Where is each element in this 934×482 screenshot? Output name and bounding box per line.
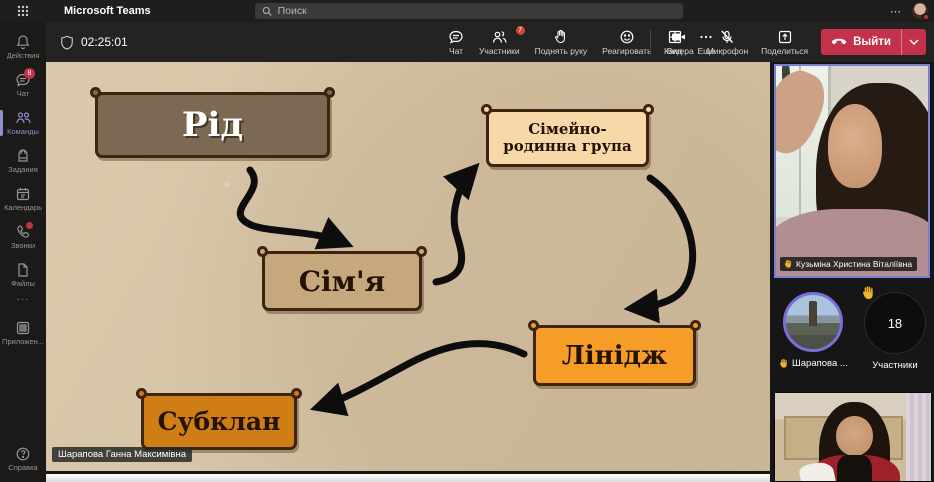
sidebar-more-button[interactable]: ··· (0, 294, 46, 314)
sidebar-item-chat[interactable]: 8 Чат (0, 66, 46, 104)
scroll-subklan: Субклан (141, 393, 297, 450)
teams-window: Microsoft Teams ⋯ Действия 8 Чат Команды… (0, 0, 934, 482)
sidebar-item-help[interactable]: Справка (0, 440, 46, 478)
presenter-name-badge: Шарапова Ганна Максимівна (52, 447, 192, 462)
microphone-muted-icon (719, 29, 735, 45)
react-button[interactable]: Реагировать (602, 29, 651, 56)
scroll-simeyno-label: Сімейно-родинна група (495, 121, 640, 156)
sharapova-avatar (783, 292, 843, 352)
scroll-rid: Рід (95, 92, 330, 158)
arrow-simeyno-to-linidzh (636, 178, 693, 308)
raised-hand-icon (783, 259, 793, 269)
calendar-icon (15, 186, 31, 202)
share-screen-icon (777, 29, 793, 45)
search-input[interactable] (278, 5, 676, 17)
raise-hand-icon (553, 29, 569, 45)
shield-icon (60, 35, 74, 50)
sidebar-item-files[interactable]: Файлы (0, 256, 46, 294)
sharapova-label: Шарапова ... (778, 358, 848, 369)
scroll-rid-label: Рід (182, 105, 243, 145)
sidebar-item-teams[interactable]: Команды (0, 104, 46, 142)
search-bar[interactable] (255, 3, 683, 19)
participants-label: Участники (872, 360, 917, 371)
participants-count: 18 (864, 292, 926, 354)
shared-screen: Рід Сімейно-родинна група Сім'я Лінідж С… (46, 62, 770, 474)
backpack-icon (15, 148, 31, 164)
participants-icon (491, 29, 508, 45)
left-sidebar: Действия 8 Чат Команды Задания Календарь… (0, 22, 46, 482)
scroll-subklan-label: Субклан (158, 407, 281, 436)
share-button[interactable]: Поделиться (761, 29, 808, 56)
presence-busy-icon (922, 13, 930, 21)
taskbar-strip (46, 474, 770, 482)
sidebar-item-activity[interactable]: Действия (0, 28, 46, 66)
video-tile-bottom[interactable] (774, 392, 932, 482)
leave-options-chevron[interactable] (902, 39, 926, 45)
app-launcher-waffle-icon[interactable] (0, 5, 46, 17)
sidebar-item-calendar[interactable]: Календарь (0, 180, 46, 218)
teams-people-icon (15, 110, 32, 126)
toolbar-divider (650, 30, 651, 54)
scroll-simya-label: Сім'я (299, 265, 386, 298)
scroll-linidzh-label: Лінідж (562, 341, 667, 371)
participants-badge: 7 (515, 25, 526, 36)
camera-button[interactable]: Камера (664, 29, 694, 56)
chat-badge: 8 (24, 68, 35, 79)
chat-icon (448, 29, 464, 45)
microphone-muted-button[interactable]: Микрофон (707, 29, 748, 56)
leave-label: Выйти (853, 36, 891, 48)
meeting-timer: 02:25:01 (81, 35, 128, 49)
leave-button[interactable]: Выйти (821, 29, 926, 55)
participants-button[interactable]: 7 Участники (479, 29, 520, 56)
sidebar-item-assignments[interactable]: Задания (0, 142, 46, 180)
sidebar-item-calls[interactable]: Звонки (0, 218, 46, 256)
scroll-simeyno-rodynna-grupa: Сімейно-родинна група (486, 109, 649, 167)
help-question-icon (15, 446, 31, 462)
search-icon (262, 6, 273, 17)
scroll-linidzh: Лінідж (533, 325, 696, 386)
apps-grid-icon (15, 320, 31, 336)
sidebar-item-apps[interactable]: Приложен... (0, 314, 46, 352)
file-icon (15, 262, 31, 278)
raise-hand-button[interactable]: Поднять руку (535, 29, 588, 56)
participants-panel: Кузьміна Христина Віталіївна Шарапова ..… (770, 62, 934, 482)
bell-icon (15, 34, 31, 50)
top-bar: Microsoft Teams ⋯ (0, 0, 934, 22)
arrow-linidzh-to-subklan (322, 344, 524, 406)
calls-notification-dot (26, 222, 33, 229)
arrow-simya-to-simeyno (436, 172, 471, 282)
user-avatar[interactable] (912, 3, 928, 19)
camera-icon (670, 29, 687, 45)
panel-mid-row: Шарапова ... 18 Участники (770, 284, 934, 392)
kuzmina-name-badge: Кузьміна Христина Віталіївна (780, 257, 917, 271)
smiley-icon (619, 29, 635, 45)
raised-hand-icon (778, 358, 789, 369)
video-tile-kuzmina[interactable]: Кузьміна Христина Віталіївна (774, 64, 930, 278)
chat-button[interactable]: Чат (448, 29, 464, 56)
hangup-icon (831, 37, 847, 47)
arrow-rid-to-simya (240, 170, 342, 242)
topbar-more-button[interactable]: ⋯ (890, 5, 902, 18)
scroll-simya: Сім'я (262, 251, 422, 311)
meeting-toolbar: 02:25:01 Чат 7 Участники Поднять руку Ре… (46, 22, 934, 62)
avatar-tile-sharapova[interactable]: Шарапова ... (778, 292, 848, 369)
app-title: Microsoft Teams (64, 5, 151, 17)
participants-count-tile[interactable]: 18 Участники (864, 292, 926, 371)
chevron-down-icon (909, 39, 919, 45)
raised-hand-icon (860, 285, 876, 301)
